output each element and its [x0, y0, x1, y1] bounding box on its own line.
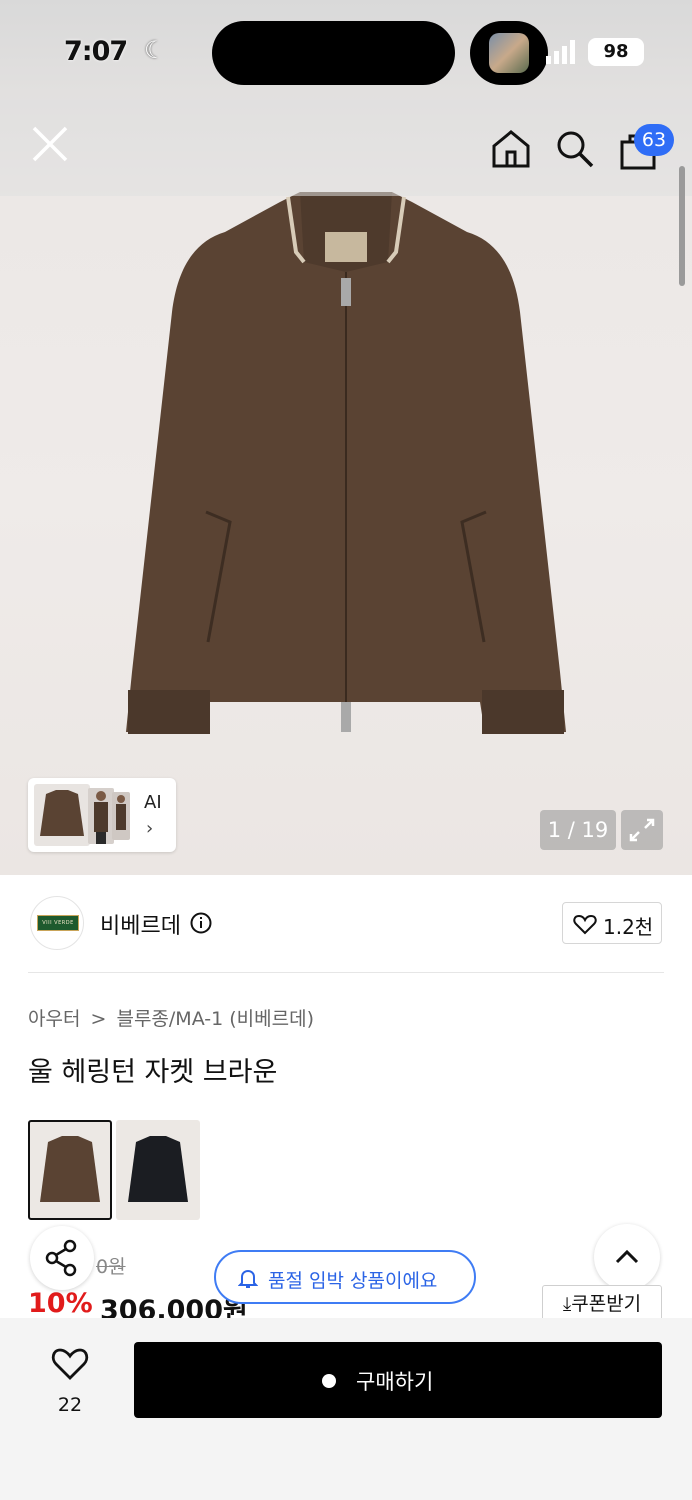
ai-thumbnail — [34, 784, 90, 846]
brand-logo[interactable]: VIII VERDE — [30, 896, 84, 950]
wishlist-button[interactable]: 22 — [48, 1344, 92, 1424]
download-icon: ⤓ — [562, 1293, 572, 1315]
heart-icon — [51, 1348, 89, 1380]
bell-icon — [238, 1269, 258, 1288]
heart-icon — [573, 914, 597, 935]
breadcrumb-separator: > — [90, 1008, 107, 1030]
product-image — [126, 192, 566, 734]
wishlist-count: 22 — [57, 1394, 83, 1416]
coupon-label: 쿠폰받기 — [571, 1293, 642, 1315]
toast-text: 품절 임박 상품이에요 — [268, 1270, 438, 1292]
cart-count-badge: 63 — [634, 124, 674, 156]
divider — [28, 972, 664, 973]
dot-icon — [322, 1374, 336, 1388]
search-icon[interactable] — [554, 128, 596, 170]
original-price: 0원 — [96, 1256, 126, 1278]
chevron-right-icon: › — [146, 818, 154, 839]
ai-label: AI — [144, 792, 162, 813]
status-bar: 7:07 ☾ 98 — [0, 0, 692, 100]
dynamic-island — [212, 21, 455, 85]
status-time: 7:07 — [64, 36, 128, 67]
info-icon[interactable] — [190, 912, 212, 934]
breadcrumb-subcategory[interactable]: 블루종/MA-1 (비베르데) — [116, 1008, 314, 1030]
share-button[interactable] — [30, 1226, 94, 1290]
color-option-black[interactable] — [116, 1120, 200, 1220]
breadcrumb: 아우터 > 블루종/MA-1 (비베르데) — [28, 1004, 318, 1031]
scroll-top-button[interactable] — [594, 1224, 660, 1290]
battery-indicator: 98 — [588, 38, 644, 66]
brand-logo-plate: VIII VERDE — [37, 915, 79, 931]
signal-icon — [546, 40, 575, 64]
low-stock-toast: 품절 임박 상품이에요 — [214, 1250, 476, 1304]
ai-thumbnail — [88, 788, 114, 844]
product-title: 울 헤링턴 자켓 브라운 — [28, 1057, 278, 1088]
scrollbar[interactable] — [679, 166, 685, 286]
breadcrumb-category[interactable]: 아우터 — [28, 1008, 80, 1030]
ai-styling-button[interactable]: AI › — [28, 778, 176, 852]
top-navigation — [0, 100, 692, 196]
brand-like-button[interactable]: 1.2천 — [562, 902, 662, 944]
live-activity — [470, 21, 548, 85]
moon-icon: ☾ — [144, 36, 166, 64]
home-icon[interactable] — [490, 128, 532, 170]
buy-button[interactable]: 구매하기 — [134, 1342, 662, 1418]
expand-icon[interactable] — [621, 810, 663, 850]
share-icon — [45, 1239, 77, 1277]
ai-thumbnail — [112, 792, 130, 840]
close-icon[interactable] — [28, 122, 72, 166]
bottom-action-bar: 22 구매하기 — [0, 1318, 692, 1500]
color-option-brown[interactable] — [28, 1120, 112, 1220]
chevron-up-icon — [615, 1249, 639, 1264]
image-counter: 1 / 19 — [540, 810, 616, 850]
brand-like-count: 1.2천 — [603, 915, 654, 939]
brand-name[interactable]: 비베르데 — [100, 908, 181, 940]
buy-label: 구매하기 — [356, 1370, 434, 1394]
discount-rate: 10% — [28, 1288, 93, 1319]
